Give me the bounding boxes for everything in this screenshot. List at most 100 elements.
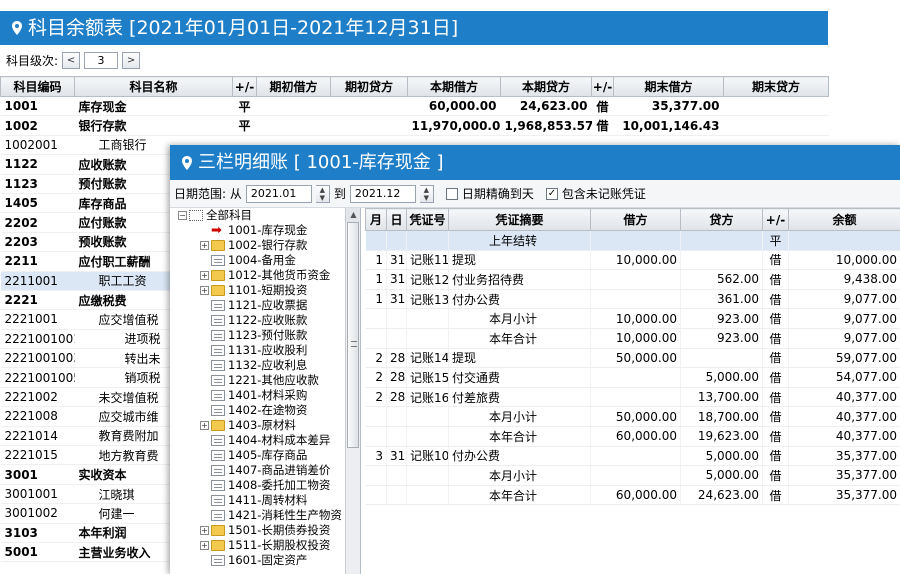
tree-node[interactable]: +1002-银行存款	[170, 238, 346, 253]
balance-col-header[interactable]: 期初借方	[256, 76, 331, 97]
ledger-table-row[interactable]: 本年合计 60,000.00 19,623.00 借 40,377.00	[365, 426, 900, 447]
balance-col-header[interactable]: 科目名称	[74, 76, 233, 97]
ledger-table-row[interactable]: 本月小计 50,000.00 18,700.00 借 40,377.00	[365, 406, 900, 427]
ledger-cell-credit	[680, 230, 763, 251]
date-to-input[interactable]: 2021.12	[349, 184, 416, 203]
ledger-cell-memo: 本月小计	[448, 465, 591, 486]
balance-col-header[interactable]: +/-	[591, 76, 614, 97]
ledger-col-header[interactable]: 借方	[590, 208, 681, 231]
ledger-col-header[interactable]: 凭证摘要	[448, 208, 591, 231]
balance-cell-code: 2221002	[0, 387, 75, 408]
include-unposted-label: 包含未记账凭证	[561, 187, 646, 201]
balance-col-header[interactable]: 期末贷方	[723, 76, 829, 97]
ledger-table-row[interactable]: 本月小计 10,000.00 923.00 借 9,077.00	[365, 308, 900, 329]
balance-col-header[interactable]: 本期贷方	[500, 76, 592, 97]
ledger-table-row[interactable]: 上年结转 平	[365, 230, 900, 251]
expand-icon[interactable]: +	[200, 421, 209, 430]
ledger-table-row[interactable]: 3 31 记账10 付办公费 5,000.00 借 35,377.00	[365, 446, 900, 467]
level-next-button[interactable]: >	[122, 51, 141, 69]
document-icon	[211, 495, 225, 506]
ledger-table-row[interactable]: 1 31 记账12 付业务招待费 562.00 借 9,438.00	[365, 269, 900, 290]
expand-icon[interactable]: +	[200, 286, 209, 295]
tree-node[interactable]: 1601-固定资产	[170, 553, 346, 568]
ledger-col-header[interactable]: 月	[365, 208, 387, 231]
balance-table-row[interactable]: 1002 银行存款平 11,970,000.00 1,968,853.57 借 10,00…	[0, 115, 829, 136]
tree-node[interactable]: 1132-应收利息	[170, 358, 346, 373]
tree-node[interactable]: 1411-周转材料	[170, 493, 346, 508]
expand-icon[interactable]: +	[200, 541, 209, 550]
ledger-table-row[interactable]: 本年合计 10,000.00 923.00 借 9,077.00	[365, 328, 900, 349]
tree-node[interactable]: 1122-应收账款	[170, 313, 346, 328]
date-range-bar: 日期范围: 从 2021.01 ▲▼ 到 2021.12 ▲▼ 日期精确到天 包…	[170, 180, 900, 208]
balance-cell-d2: 借	[591, 115, 614, 136]
ledger-col-header[interactable]: 日	[386, 208, 407, 231]
ledger-col-header[interactable]: 余额	[788, 208, 900, 231]
tree-node[interactable]: +1511-长期股权投资	[170, 538, 346, 553]
level-prev-button[interactable]: <	[62, 51, 81, 69]
ledger-cell-memo: 本月小计	[448, 308, 591, 329]
expand-icon[interactable]: +	[200, 241, 209, 250]
collapse-icon[interactable]: −	[178, 211, 187, 220]
document-icon	[211, 375, 225, 386]
ledger-col-header[interactable]: 贷方	[680, 208, 763, 231]
tree-node[interactable]: 1121-应收票据	[170, 298, 346, 313]
tree-scrollbar[interactable]: ▲	[345, 208, 360, 574]
balance-cell-code: 2221014	[0, 426, 75, 447]
ledger-table-row[interactable]: 本年合计 60,000.00 24,623.00 借 35,377.00	[365, 485, 900, 506]
tree-node[interactable]: +1501-长期债券投资	[170, 523, 346, 538]
tree-node[interactable]: 1405-库存商品	[170, 448, 346, 463]
tree-node[interactable]: 1404-材料成本差异	[170, 433, 346, 448]
balance-col-header[interactable]: 本期借方	[407, 76, 501, 97]
balance-col-header[interactable]: 期末借方	[613, 76, 724, 97]
balance-cell-code: 2221001003	[0, 348, 75, 369]
ledger-table-row[interactable]: 2 28 记账15 付交通费 5,000.00 借 54,077.00	[365, 367, 900, 388]
tree-node[interactable]: +1101-短期投资	[170, 283, 346, 298]
folder-icon	[211, 240, 225, 251]
ledger-cell-no	[406, 308, 449, 329]
scroll-thumb[interactable]	[347, 222, 359, 448]
balance-table-row[interactable]: 1001 库存现金平 60,000.00 24,623.00 借 35,377.00	[0, 96, 829, 117]
include-unposted-checkbox[interactable]	[545, 187, 558, 200]
tree-node[interactable]: − 全部科目	[170, 208, 346, 223]
expand-icon[interactable]: +	[200, 271, 209, 280]
tree-node[interactable]: 1408-委托加工物资	[170, 478, 346, 493]
balance-table-header: 科目编码 科目名称 +/- 期初借方 期初贷方 本期借方 本期贷方 +/- 期末借方 期末贷方	[0, 76, 829, 97]
balance-col-header[interactable]: +/-	[232, 76, 257, 97]
tree-node-label: 1132-应收利息	[228, 358, 308, 372]
tree-node[interactable]: 1221-其他应收款	[170, 373, 346, 388]
ledger-col-header[interactable]: +/-	[762, 208, 789, 231]
expand-icon[interactable]: +	[200, 526, 209, 535]
ledger-table-row[interactable]: 本月小计 5,000.00 借 35,377.00	[365, 465, 900, 486]
tree-node[interactable]: 1123-预付账款	[170, 328, 346, 343]
tree-node[interactable]: 1402-在途物资	[170, 403, 346, 418]
balance-cell-cd: 11,970,000.00	[407, 115, 501, 136]
red-arrow-icon: ➡	[211, 223, 222, 238]
tree-node[interactable]: 1421-消耗性生产物资	[170, 508, 346, 523]
exact-day-checkbox[interactable]	[445, 187, 458, 200]
balance-cell-code: 2221015	[0, 445, 75, 466]
balance-col-header[interactable]: 期初贷方	[330, 76, 408, 97]
ledger-table-row[interactable]: 2 28 记账14 提现 50,000.00 借 59,077.00	[365, 348, 900, 369]
tree-node[interactable]: 1131-应收股利	[170, 343, 346, 358]
ledger-table-row[interactable]: 1 31 记账13 付办公费 361.00 借 9,077.00	[365, 289, 900, 310]
ledger-col-header[interactable]: 凭证号	[406, 208, 449, 231]
balance-cell-code: 1122	[0, 154, 75, 175]
tree-node[interactable]: ➡ 1001-库存现金	[170, 223, 346, 238]
scroll-up-icon[interactable]: ▲	[346, 208, 360, 222]
ledger-table-row[interactable]: 1 31 记账11 提现 10,000.00 借 10,000.00	[365, 250, 900, 271]
ledger-table-row[interactable]: 2 28 记账16 付差旅费 13,700.00 借 40,377.00	[365, 387, 900, 408]
level-value[interactable]: 3	[84, 51, 119, 69]
date-to-spinner[interactable]: ▲ ▼	[419, 184, 434, 203]
tree-node[interactable]: 1407-商品进销差价	[170, 463, 346, 478]
balance-cell-cd: 60,000.00	[407, 96, 501, 117]
tree-node[interactable]: 1004-备用金	[170, 253, 346, 268]
ledger-cell-dir: 借	[762, 367, 789, 388]
date-from-spinner[interactable]: ▲ ▼	[315, 184, 330, 203]
tree-node[interactable]: +1403-原材料	[170, 418, 346, 433]
tree-node[interactable]: 1401-材料采购	[170, 388, 346, 403]
ledger-cell-no: 记账14	[406, 348, 449, 369]
date-from-input[interactable]: 2021.01	[245, 184, 312, 203]
tree-node[interactable]: +1012-其他货币资金	[170, 268, 346, 283]
ledger-cell-debit: 60,000.00	[590, 426, 681, 447]
balance-col-header[interactable]: 科目编码	[0, 76, 75, 97]
